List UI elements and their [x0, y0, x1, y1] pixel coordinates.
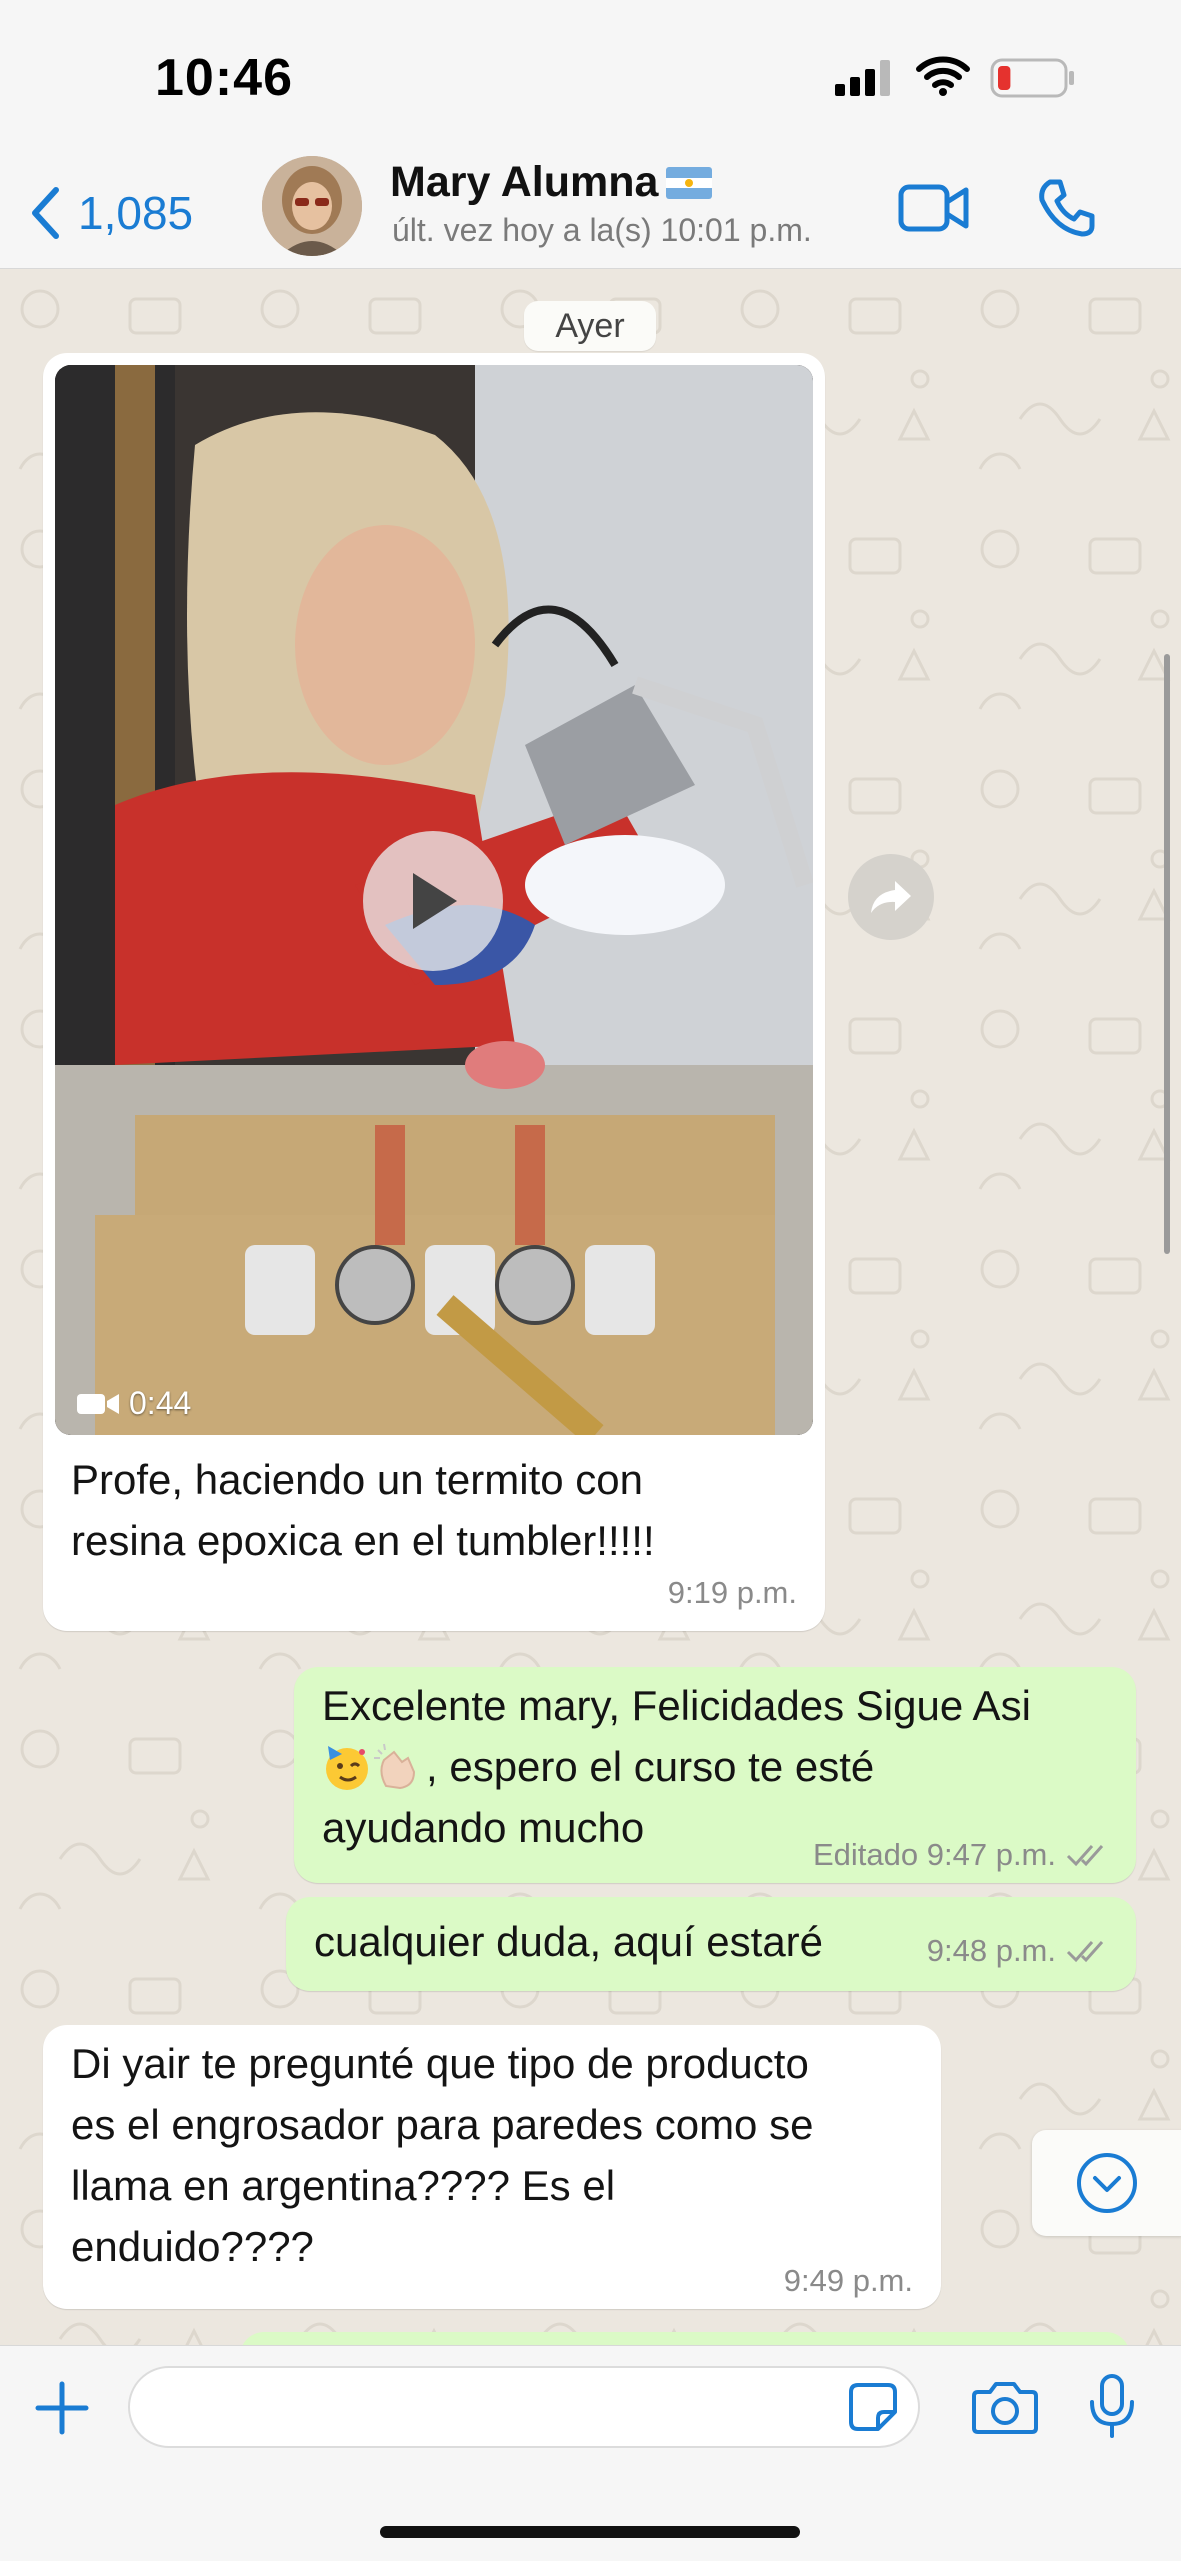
message-text: Profe, haciendo un termito con resina ep… — [71, 1456, 655, 1564]
forward-icon — [871, 881, 911, 913]
message-bubble-partial — [240, 2332, 1130, 2345]
attach-button[interactable] — [34, 2380, 90, 2436]
video-duration-icon — [77, 1393, 119, 1414]
voice-record-button[interactable] — [1088, 2374, 1136, 2440]
battery-icon — [990, 58, 1076, 98]
chevron-down-icon — [1077, 2153, 1137, 2213]
scrollbar[interactable] — [1164, 654, 1170, 1254]
status-bar: 10:46 — [0, 0, 1181, 160]
message-bubble-incoming[interactable]: Di yair te pregunté que tipo de producto… — [43, 2025, 941, 2309]
date-divider: Ayer — [524, 301, 656, 351]
emoji-party-clap — [322, 1742, 422, 1792]
sticker-icon — [849, 2383, 897, 2431]
forward-button[interactable] — [848, 854, 934, 940]
message-text: Excelente mary, Felicidades Sigue Asi , … — [322, 1682, 1031, 1851]
status-time: 10:46 — [155, 49, 293, 107]
home-indicator — [380, 2526, 800, 2538]
clapping-hands-icon — [374, 1743, 416, 1789]
flag-argentina-icon — [666, 166, 713, 199]
message-composer — [0, 2345, 1181, 2561]
message-input[interactable] — [128, 2366, 920, 2448]
plus-icon — [35, 2381, 89, 2435]
message-text: Di yair te pregunté que tipo de producto… — [71, 2040, 814, 2270]
message-time: 9:48 p.m. — [927, 1933, 1110, 1969]
back-button[interactable]: 1,085 — [30, 178, 193, 248]
play-icon — [413, 873, 457, 929]
camera-button[interactable] — [972, 2380, 1038, 2434]
message-bubble-outgoing[interactable]: cualquier duda, aquí estaré 9:48 p.m. — [286, 1897, 1136, 1991]
message-time: Editado 9:47 p.m. — [813, 1837, 1110, 1873]
last-seen-status: últ. vez hoy a la(s) 10:01 p.m. — [392, 212, 812, 248]
double-check-icon — [1066, 1941, 1104, 1963]
message-bubble-video[interactable]: 0:44 Profe, haciendo un termito con resi… — [43, 353, 825, 1631]
unread-count: 1,085 — [78, 187, 194, 239]
chat-header: 1,085 Mary Alumna últ. vez hoy a la(s) 1… — [0, 156, 1181, 269]
play-button[interactable] — [363, 831, 503, 971]
microphone-icon — [1090, 2374, 1134, 2438]
scroll-to-bottom-button[interactable] — [1032, 2130, 1181, 2236]
avatar[interactable] — [262, 156, 362, 256]
voice-call-button[interactable] — [1036, 178, 1096, 238]
sticker-button[interactable] — [848, 2382, 898, 2432]
double-check-icon — [1066, 1845, 1104, 1867]
phone-icon — [1039, 179, 1095, 237]
message-bubble-outgoing[interactable]: Excelente mary, Felicidades Sigue Asi , … — [294, 1667, 1136, 1883]
message-text: cualquier duda, aquí estaré — [314, 1918, 824, 1965]
wifi-icon — [916, 56, 970, 96]
video-duration: 0:44 — [77, 1385, 191, 1422]
party-face-icon — [326, 1745, 368, 1790]
video-thumbnail[interactable]: 0:44 — [55, 365, 813, 1435]
video-camera-icon — [898, 184, 969, 232]
message-time: 9:49 p.m. — [783, 2263, 913, 2298]
video-call-button[interactable] — [898, 182, 970, 234]
contact-name[interactable]: Mary Alumna — [390, 158, 713, 207]
chat-thread[interactable]: Ayer 0:44 Profe, haciendo un termito con… — [0, 269, 1181, 2345]
chevron-left-icon — [32, 187, 59, 239]
signal-icon — [835, 60, 895, 96]
camera-icon — [972, 2382, 1038, 2434]
message-time: 9:19 p.m. — [667, 1575, 797, 1610]
